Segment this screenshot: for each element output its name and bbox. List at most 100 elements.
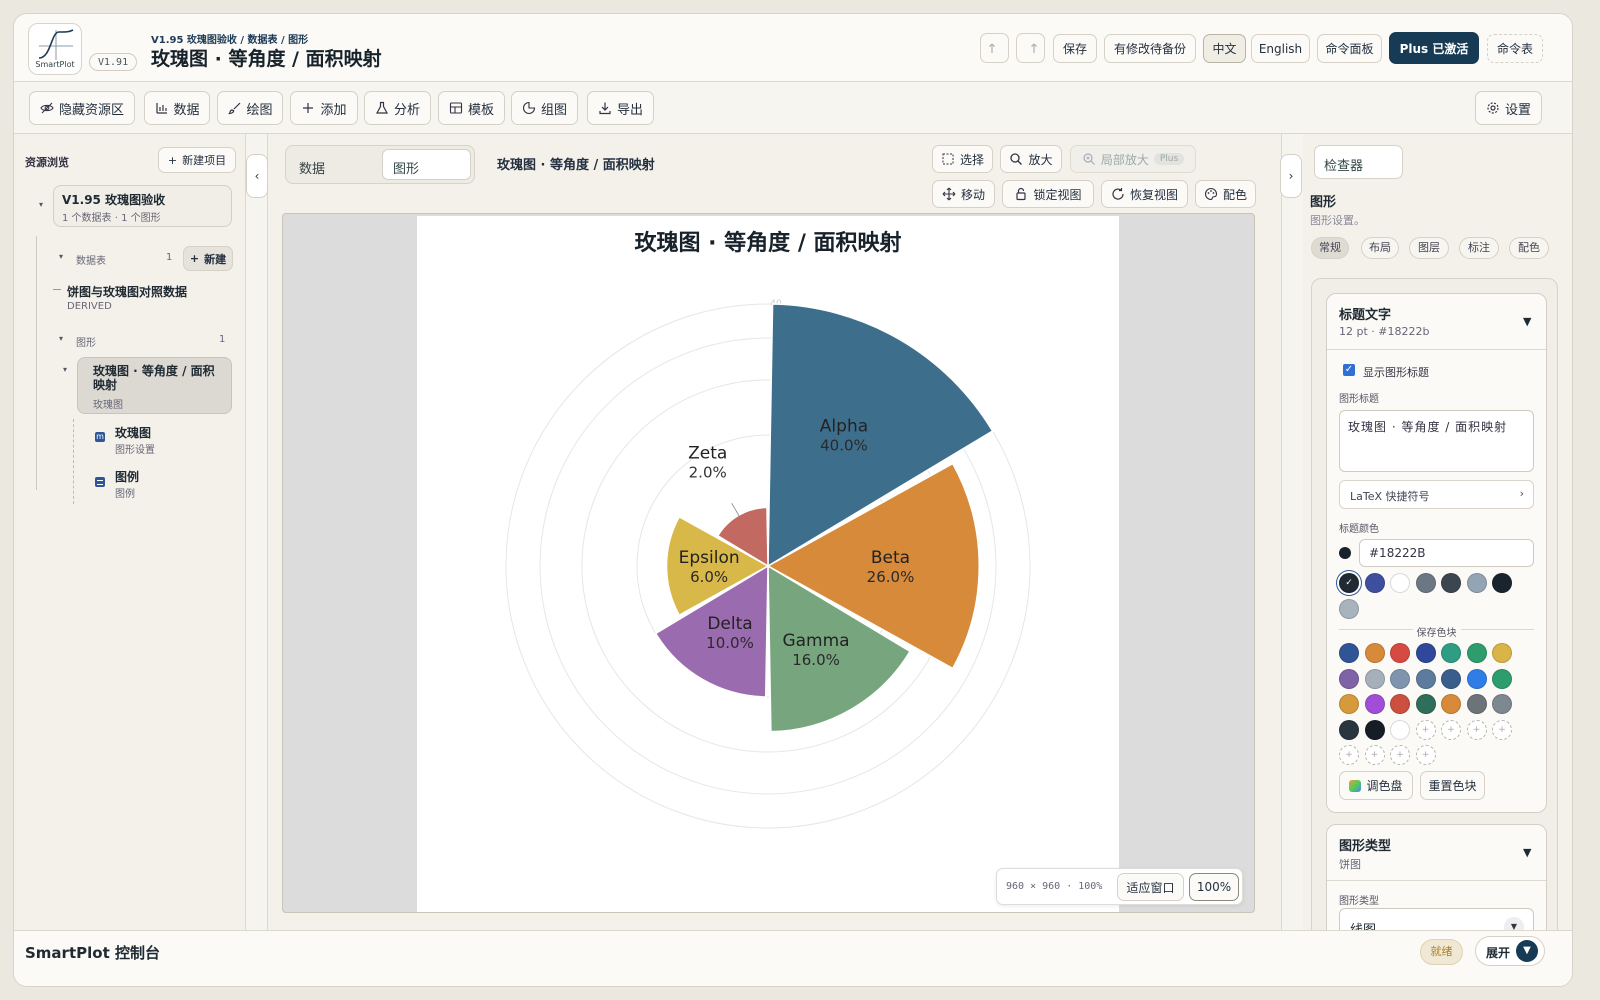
saved-color-swatch[interactable]: [1390, 643, 1410, 663]
inspector-tab[interactable]: 图层: [1409, 237, 1449, 259]
tab-inspector[interactable]: 检查器: [1314, 145, 1403, 179]
inspector-tab[interactable]: 常规: [1311, 237, 1349, 259]
saved-color-swatch[interactable]: [1390, 719, 1410, 740]
child-legend-name[interactable]: 图例: [115, 468, 139, 485]
recent-color-swatch[interactable]: [1339, 599, 1359, 619]
collapse-left-button[interactable]: ‹: [246, 154, 268, 198]
new-project-button[interactable]: + 新建项目: [158, 147, 236, 173]
saved-color-swatch[interactable]: [1441, 694, 1461, 714]
saved-color-swatch[interactable]: [1390, 694, 1410, 714]
tab-data[interactable]: 数据: [299, 158, 325, 177]
saved-color-swatch[interactable]: [1492, 694, 1512, 714]
recent-color-swatch[interactable]: [1492, 573, 1512, 593]
dataset-name[interactable]: 饼图与玫瑰图对照数据: [67, 283, 187, 300]
inspector-tab[interactable]: 标注: [1459, 237, 1499, 259]
empty-swatch-slot[interactable]: +: [1390, 745, 1410, 765]
local-zoom-button[interactable]: 局部放大 Plus: [1070, 145, 1196, 173]
empty-swatch-slot[interactable]: +: [1339, 745, 1359, 765]
template-button[interactable]: 模板: [438, 91, 505, 125]
chevron-down-icon[interactable]: ▼: [1523, 846, 1531, 859]
figure-viewport[interactable]: 玫瑰图 · 等角度 / 面积映射 40 Alpha40.0%Beta26.0%G…: [282, 213, 1255, 913]
fit-window-button[interactable]: 适应窗口: [1117, 873, 1184, 901]
empty-swatch-slot[interactable]: +: [1441, 719, 1461, 740]
empty-swatch-slot[interactable]: +: [1466, 719, 1487, 740]
saved-color-swatch[interactable]: [1492, 668, 1512, 689]
recent-color-swatch[interactable]: ✓: [1339, 573, 1359, 593]
figure-item[interactable]: 玫瑰图 · 等角度 / 面积映射 玫瑰图: [77, 357, 232, 414]
saved-color-swatch[interactable]: [1441, 643, 1461, 663]
saved-color-swatch[interactable]: [1415, 694, 1436, 714]
settings-button[interactable]: 设置: [1475, 91, 1542, 125]
saved-color-swatch[interactable]: [1466, 643, 1487, 663]
hide-resources-button[interactable]: 隐藏资源区: [29, 91, 135, 125]
color-scheme-button[interactable]: 配色: [1195, 180, 1256, 208]
plot-area[interactable]: 玫瑰图 · 等角度 / 面积映射 40 Alpha40.0%Beta26.0%G…: [417, 216, 1119, 912]
chevron-down-icon[interactable]: ▼: [1523, 315, 1531, 328]
saved-color-swatch[interactable]: [1466, 694, 1487, 714]
child-rose-name[interactable]: 玫瑰图: [115, 424, 151, 441]
saved-color-swatch[interactable]: [1364, 643, 1385, 663]
lang-zh-button[interactable]: 中文: [1203, 34, 1246, 63]
saved-color-swatch[interactable]: [1390, 668, 1410, 689]
zoom-in-button[interactable]: 放大: [1000, 145, 1062, 173]
plus-activated-button[interactable]: Plus 已激活: [1389, 32, 1479, 64]
command-panel-button[interactable]: 命令面板: [1317, 34, 1382, 63]
chevron-down-icon[interactable]: ▾: [39, 200, 43, 209]
saved-color-swatch[interactable]: [1415, 668, 1436, 689]
pending-backup-button[interactable]: 有修改待备份: [1104, 34, 1196, 63]
move-button[interactable]: 移动: [932, 180, 995, 208]
saved-color-swatch[interactable]: [1339, 643, 1359, 663]
add-button[interactable]: 添加: [290, 91, 358, 125]
empty-swatch-slot[interactable]: +: [1364, 745, 1385, 765]
export-button[interactable]: 导出: [587, 91, 654, 125]
recent-color-swatch[interactable]: [1441, 573, 1461, 593]
draw-button[interactable]: 绘图: [217, 91, 283, 125]
chevron-down-icon[interactable]: ▾: [63, 365, 67, 374]
command-table-button[interactable]: 命令表: [1487, 34, 1543, 63]
zoom-level-button[interactable]: 100%: [1189, 873, 1239, 901]
saved-color-swatch[interactable]: [1466, 668, 1487, 689]
saved-color-swatch[interactable]: [1492, 643, 1512, 663]
inspector-tab[interactable]: 配色: [1509, 237, 1549, 259]
show-title-checkbox[interactable]: ✓: [1343, 364, 1355, 376]
recent-color-swatch[interactable]: [1466, 573, 1487, 593]
reset-swatches-button[interactable]: 重置色块: [1420, 771, 1485, 800]
empty-swatch-slot[interactable]: +: [1492, 719, 1512, 740]
saved-color-swatch[interactable]: [1339, 668, 1359, 689]
saved-color-swatch[interactable]: [1415, 643, 1436, 663]
recent-color-swatch[interactable]: [1390, 573, 1410, 593]
recent-color-swatch[interactable]: [1364, 573, 1385, 593]
empty-swatch-slot[interactable]: +: [1415, 745, 1436, 765]
saved-color-swatch[interactable]: [1364, 719, 1385, 740]
group-figure-button[interactable]: 组图: [511, 91, 578, 125]
saved-color-swatch[interactable]: [1339, 694, 1359, 714]
undo-button[interactable]: [980, 33, 1009, 63]
new-dataset-button[interactable]: + 新建: [183, 246, 233, 271]
redo-button[interactable]: [1016, 33, 1045, 63]
figure-type-select[interactable]: 线图 ▼: [1339, 908, 1534, 930]
chevron-down-icon[interactable]: ▾: [59, 252, 63, 261]
project-item[interactable]: V1.95 玫瑰图验收 1 个数据表 · 1 个图形: [53, 185, 232, 227]
saved-color-swatch[interactable]: [1364, 668, 1385, 689]
title-color-input[interactable]: #18222B: [1359, 539, 1534, 567]
analysis-button[interactable]: 分析: [364, 91, 431, 125]
lang-en-button[interactable]: English: [1251, 34, 1310, 63]
empty-swatch-slot[interactable]: +: [1415, 719, 1436, 740]
figure-title-input[interactable]: 玫瑰图 · 等角度 / 面积映射: [1339, 410, 1534, 472]
lock-view-button[interactable]: 锁定视图: [1002, 180, 1094, 208]
saved-color-swatch[interactable]: [1364, 694, 1385, 714]
inspector-tab[interactable]: 布局: [1361, 237, 1399, 259]
palette-button[interactable]: 调色盘: [1339, 771, 1413, 800]
saved-color-swatch[interactable]: [1441, 668, 1461, 689]
expand-button[interactable]: 展开 ▼: [1475, 936, 1545, 966]
latex-shortcut-button[interactable]: LaTeX 快捷符号 ›: [1339, 480, 1534, 509]
chevron-down-icon[interactable]: ▾: [59, 334, 63, 343]
data-button[interactable]: 数据: [144, 91, 210, 125]
tab-figure[interactable]: 图形: [382, 149, 471, 180]
collapse-right-button[interactable]: ›: [1280, 154, 1302, 198]
saved-color-swatch[interactable]: [1339, 719, 1359, 740]
reset-view-button[interactable]: 恢复视图: [1101, 180, 1188, 208]
select-button[interactable]: 选择: [932, 145, 993, 173]
recent-color-swatch[interactable]: [1415, 573, 1436, 593]
app-logo[interactable]: SmartPlot: [28, 23, 82, 75]
